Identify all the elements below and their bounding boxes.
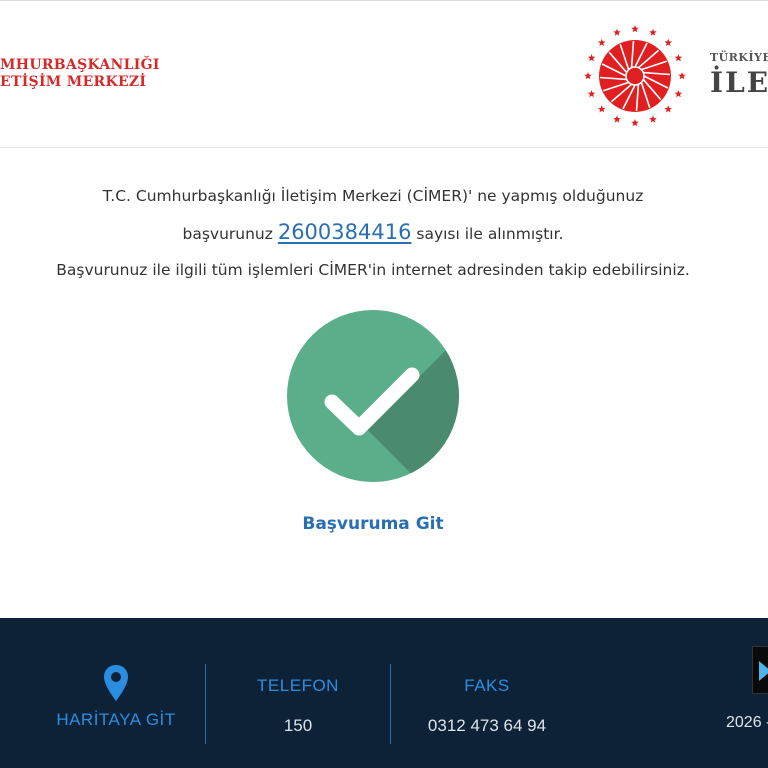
seal-star (597, 105, 606, 113)
seal-star (674, 54, 683, 62)
presidency-seal-icon[interactable] (582, 23, 688, 129)
phone-label: TELEFON (257, 676, 339, 695)
map-pin-icon[interactable] (103, 664, 129, 702)
fax-block: FAKS 0312 473 64 94 (392, 664, 582, 736)
seal-star (631, 119, 639, 127)
seal-star (587, 54, 596, 62)
play-arrow-icon (759, 661, 768, 681)
fax-value: 0312 473 64 94 (427, 716, 547, 735)
map-block[interactable]: HARİTAYA GİT (40, 664, 192, 730)
confirmation-message: T.C. Cumhurbaşkanlığı İletişim Merkezi (… (0, 178, 746, 288)
seal-star (587, 89, 596, 98)
go-to-map-link[interactable]: HARİTAYA GİT (40, 710, 192, 730)
checkmark-icon (324, 337, 459, 482)
success-check-icon (287, 310, 459, 482)
seal-star (649, 28, 657, 36)
seal-star (631, 25, 639, 33)
fax-label: FAKS (464, 676, 510, 695)
message-line-2: başvurunuz 2600384416 sayısı ile alınmış… (0, 214, 746, 252)
footer-divider (390, 664, 391, 744)
logo-country: TÜRKİYE (710, 51, 768, 64)
communication-center-logo-text[interactable]: TÜRKİYE İLET (710, 51, 768, 99)
message-line-2-after: sayısı ile alınmıştır. (416, 225, 564, 243)
seal-star (613, 115, 621, 123)
logo-title: İLET (710, 66, 768, 99)
message-line-2-before: başvurunuz (182, 225, 273, 243)
seal-star (664, 105, 673, 113)
seal-star (649, 115, 657, 123)
seal-star (597, 38, 606, 46)
seal-star (584, 72, 592, 80)
presidency-logo-text[interactable]: MHURBAŞKANLIĞI ETİŞİM MERKEZİ (0, 57, 160, 91)
phone-block: TELEFON 150 (206, 664, 390, 736)
application-number-link[interactable]: 2600384416 (278, 220, 412, 244)
logo-line-2: ETİŞİM MERKEZİ (0, 74, 147, 90)
seal-star (678, 72, 686, 80)
site-header: MHURBAŞKANLIĞI ETİŞİM MERKEZİ TÜRKİYE İL… (0, 0, 768, 148)
seal-star (674, 89, 683, 98)
logo-line-1: MHURBAŞKANLIĞI (0, 57, 160, 73)
phone-value[interactable]: 150 (206, 716, 390, 736)
seal-star (613, 28, 621, 36)
seal-star (664, 38, 673, 46)
message-line-1: T.C. Cumhurbaşkanlığı İletişim Merkezi (… (102, 187, 644, 205)
message-line-3: Başvurunuz ile ilgili tüm işlemleri CİME… (56, 261, 690, 279)
scroll-top-button[interactable] (752, 646, 768, 694)
site-footer: HARİTAYA GİT TELEFON 150 FAKS 0312 473 6… (0, 618, 768, 768)
go-to-application-link[interactable]: Başvuruma Git (0, 514, 746, 534)
copyright-year: 2026 - (726, 714, 768, 731)
